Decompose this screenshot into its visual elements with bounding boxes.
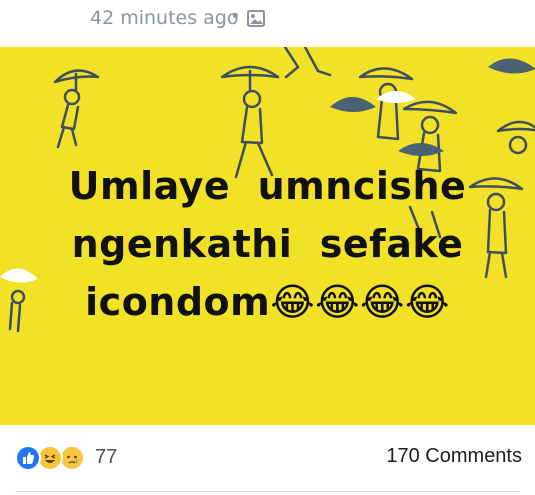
post-meta: 42 minutes ago • [0, 0, 535, 47]
post-image[interactable]: Umlaye umncishe ngenkathi sefake icondom… [0, 47, 535, 425]
caption-line: Umlaye umncishe [68, 164, 467, 208]
post-caption: Umlaye umncishe ngenkathi sefake icondom… [0, 157, 535, 331]
reaction-count[interactable]: 77 [95, 446, 117, 469]
photo-icon[interactable] [247, 10, 265, 27]
divider [15, 491, 520, 492]
meta-separator: • [232, 6, 239, 27]
reactions-bar: 77 170 Comments [0, 425, 535, 495]
post-timestamp[interactable]: 42 minutes ago [90, 7, 239, 29]
comments-count-link[interactable]: 170 Comments [386, 445, 522, 468]
caption-line: ngenkathi sefake [71, 222, 464, 266]
like-icon[interactable] [15, 445, 41, 471]
caption-line: icondom😂😂😂😂 [85, 280, 450, 324]
